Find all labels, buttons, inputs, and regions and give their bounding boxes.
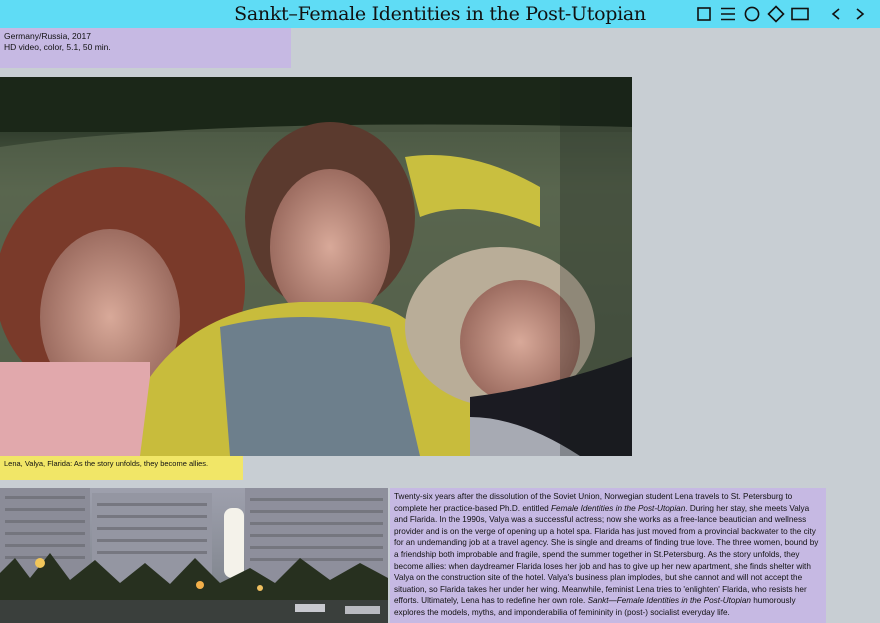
film-description: Twenty-six years after the dissolution o… xyxy=(390,488,826,623)
toolbar-icons xyxy=(694,5,870,23)
film-info-box: Germany/Russia, 2017 HD video, color, 5.… xyxy=(0,28,291,68)
still-image-apartment-blocks xyxy=(0,488,388,623)
film-format: HD video, color, 5.1, 50 min. xyxy=(4,42,111,52)
circle-icon[interactable] xyxy=(742,5,762,23)
chevron-right-icon[interactable] xyxy=(850,5,870,23)
chevron-left-icon[interactable] xyxy=(826,5,846,23)
diamond-icon[interactable] xyxy=(766,5,786,23)
nav-arrows xyxy=(826,5,870,23)
square-icon[interactable] xyxy=(694,5,714,23)
photo-caption: Lena, Valya, Flarida: As the story unfol… xyxy=(0,456,243,480)
description-thesis-title: Female Identities in the Post-Utopian xyxy=(551,503,686,513)
menu-icon[interactable] xyxy=(718,5,738,23)
still-image-three-women xyxy=(0,77,632,456)
description-part-2: . During her stay, she meets Valya and F… xyxy=(394,503,819,606)
rectangle-icon[interactable] xyxy=(790,5,810,23)
description-film-title: Sankt—Female Identities in the Post-Utop… xyxy=(587,596,751,606)
film-origin: Germany/Russia, 2017 xyxy=(4,31,91,41)
